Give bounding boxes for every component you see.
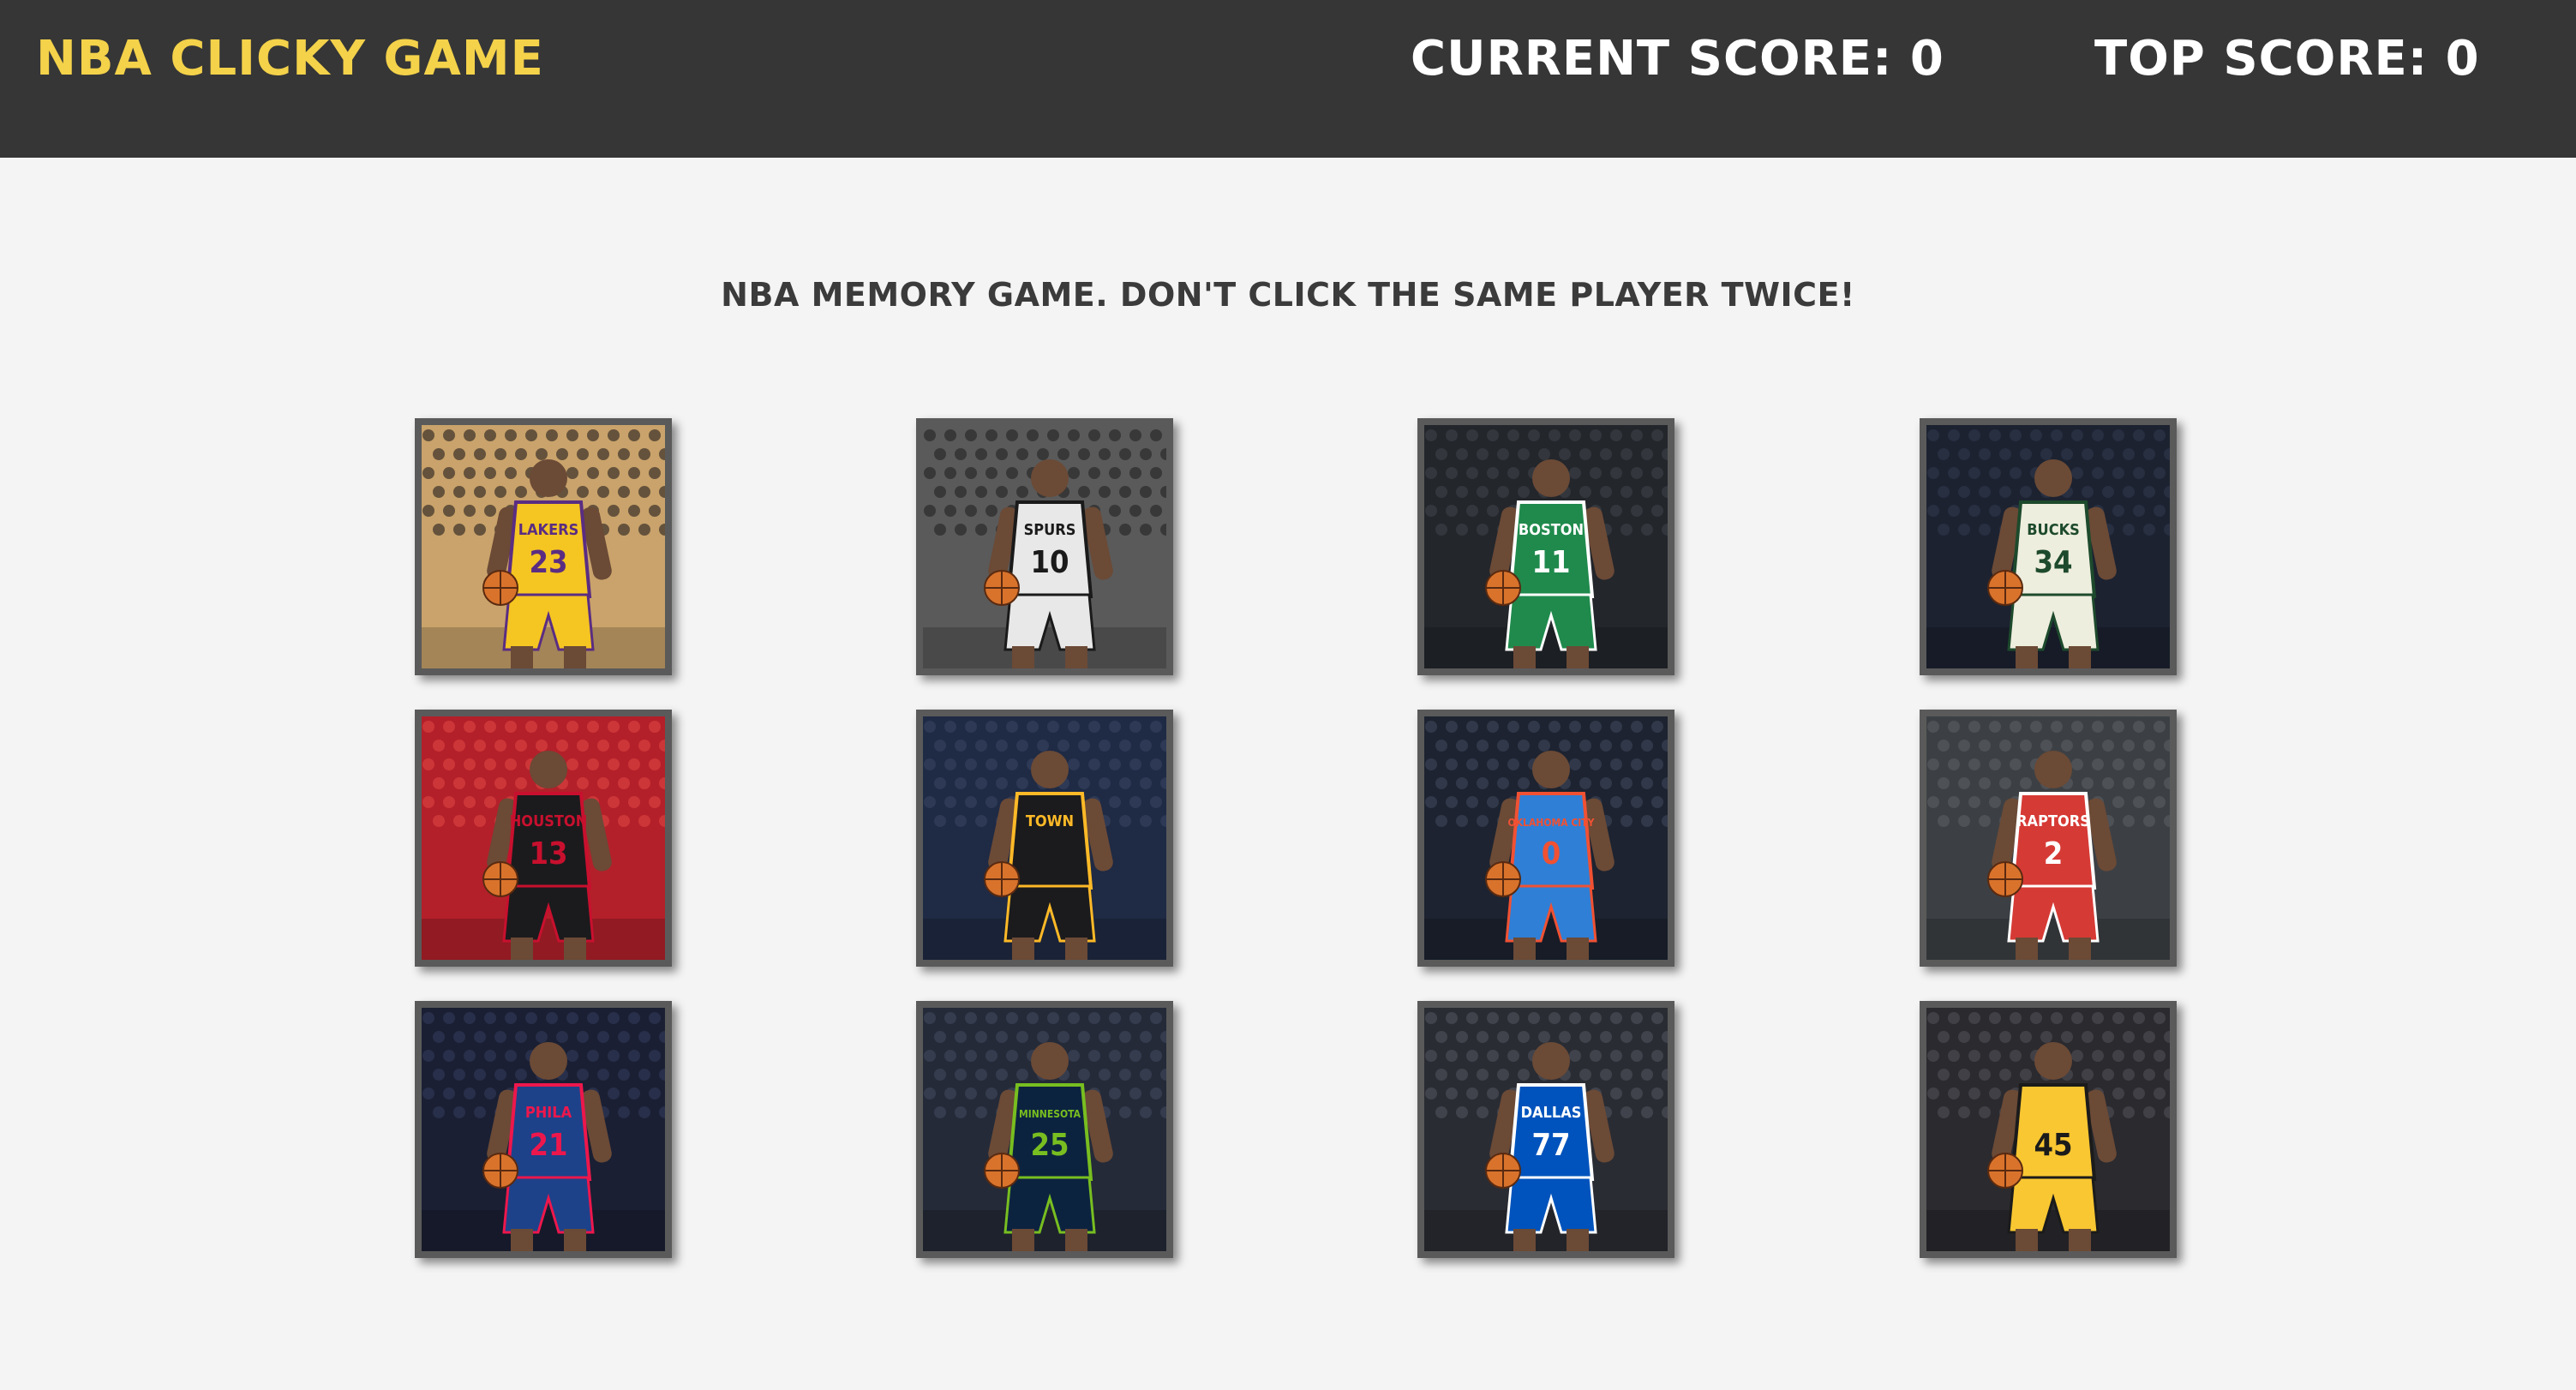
brand-title[interactable]: NBA Clicky Game (36, 31, 544, 87)
navbar: NBA Clicky Game Current Score: 0 Top Sco… (0, 0, 2576, 158)
player-photo: 45 (1926, 1008, 2170, 1251)
player-card[interactable]: LAKERS 23 (415, 418, 672, 675)
jersey-team-text: MINNESOTA (1019, 1108, 1081, 1120)
jersey-team-text: LAKERS (518, 521, 579, 539)
jersey-number: 11 (1531, 545, 1570, 580)
player-card[interactable]: HOUSTON 13 (415, 710, 672, 967)
jersey-team-text: SPURS (1024, 521, 1076, 539)
player-photo: LAKERS 23 (422, 425, 665, 668)
player-photo: HOUSTON 13 (422, 716, 665, 960)
jersey-team-text: OKLAHOMA CITY (1508, 817, 1595, 829)
jersey-number: 23 (529, 545, 567, 580)
jersey-number: 25 (1030, 1128, 1069, 1163)
player-photo: BUCKS 34 (1926, 425, 2170, 668)
player-card[interactable]: TOWN (916, 710, 1173, 967)
player-photo: BOSTON 11 (1424, 425, 1668, 668)
jersey-team-text: BUCKS (2027, 521, 2080, 539)
player-photo: MINNESOTA 25 (923, 1008, 1166, 1251)
player-photo: PHILA 21 (422, 1008, 665, 1251)
player-card[interactable]: SPURS 10 (916, 418, 1173, 675)
jersey-number: 45 (2034, 1128, 2072, 1163)
jersey-number: 21 (529, 1128, 567, 1163)
jersey-team-text: RAPTORS (2016, 812, 2090, 830)
player-photo: TOWN (923, 716, 1166, 960)
player-card[interactable]: BUCKS 34 (1920, 418, 2177, 675)
player-photo: OKLAHOMA CITY 0 (1424, 716, 1668, 960)
jersey-number: 13 (529, 836, 567, 872)
player-photo: RAPTORS 2 (1926, 716, 2170, 960)
jersey-team-text: DALLAS (1521, 1104, 1582, 1122)
jersey-number: 77 (1531, 1128, 1570, 1163)
player-card[interactable]: PHILA 21 (415, 1001, 672, 1258)
jersey-team-text: HOUSTON (510, 812, 588, 830)
player-photo: SPURS 10 (923, 425, 1166, 668)
top-score: Top Score: 0 (2094, 31, 2480, 87)
player-card[interactable]: OKLAHOMA CITY 0 (1417, 710, 1674, 967)
jersey-number: 0 (1542, 836, 1561, 872)
jersey-team-text: TOWN (1026, 812, 1074, 830)
player-card[interactable]: 45 (1920, 1001, 2177, 1258)
jersey-number: 2 (2044, 836, 2064, 872)
player-card[interactable]: RAPTORS 2 (1920, 710, 2177, 967)
jersey-team-text: PHILA (525, 1104, 572, 1122)
player-card[interactable]: MINNESOTA 25 (916, 1001, 1173, 1258)
player-photo: DALLAS 77 (1424, 1008, 1668, 1251)
player-card[interactable]: DALLAS 77 (1417, 1001, 1674, 1258)
jersey-number: 34 (2034, 545, 2072, 580)
current-score: Current Score: 0 (1411, 31, 1944, 87)
player-card[interactable]: BOSTON 11 (1417, 418, 1674, 675)
jersey-team-text: BOSTON (1519, 521, 1584, 539)
jersey-number: 10 (1030, 545, 1069, 580)
instructions-text: NBA memory game. Don't click the same pl… (721, 276, 1855, 314)
